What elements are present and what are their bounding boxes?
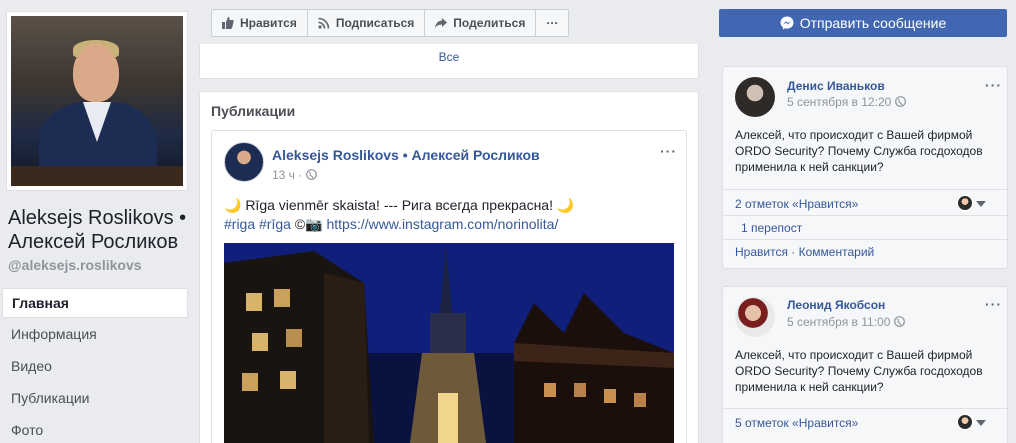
comment-like-action[interactable]: Нравится (735, 245, 788, 259)
page-nav: Главная Информация Видео Публикации Фото (2, 288, 188, 443)
commenter-name[interactable]: Леонид Якобсон (787, 298, 885, 312)
riga-night-photo (224, 243, 674, 443)
share-button[interactable]: Поделиться (425, 10, 537, 36)
comment-text: Алексей, что происходит с Вашей фирмой O… (735, 128, 983, 174)
comment-action-row: Нравится · Комментарий (735, 245, 874, 259)
follow-button[interactable]: Подписаться (308, 10, 426, 36)
post-copyright: ©📷 (294, 216, 323, 232)
globe-icon (893, 316, 905, 327)
follow-button-label: Подписаться (335, 16, 415, 30)
reactor-avatar[interactable] (957, 414, 973, 430)
see-all-box: Все (199, 44, 699, 79)
comment-text: Алексей, что происходит с Вашей фирмой O… (735, 348, 983, 394)
post-options-icon[interactable]: ··· (660, 143, 677, 159)
nav-item-posts[interactable]: Публикации (2, 382, 188, 414)
post-text-line1: 🌙 Rīga vienmēr skaista! --- Рига всегда … (224, 197, 575, 213)
comment-timestamp[interactable]: 5 сентября в 11:00 (787, 315, 905, 329)
reactor-avatar[interactable] (957, 195, 973, 211)
like-button-label: Нравится (240, 16, 297, 30)
send-message-label: Отправить сообщение (799, 15, 947, 31)
publications-title: Публикации (211, 103, 296, 119)
page-action-bar: Нравится Подписаться Поделиться ··· (211, 9, 570, 37)
commenter-avatar[interactable] (735, 297, 775, 337)
post-time-separator: · (298, 168, 303, 182)
post-timestamp[interactable]: 13 ч · (272, 168, 317, 182)
post-photo[interactable] (224, 243, 674, 443)
divider (723, 408, 1007, 409)
like-button[interactable]: Нравится (212, 10, 308, 36)
post-author-avatar[interactable] (224, 142, 264, 182)
more-button[interactable]: ··· (536, 10, 568, 36)
nav-item-main[interactable]: Главная (2, 288, 188, 318)
comment-timestamp[interactable]: 5 сентября в 12:20 (787, 95, 906, 109)
post-author-name[interactable]: Aleksejs Roslikovs • Алексей Росликов (272, 147, 540, 163)
globe-icon (305, 169, 317, 180)
share-arrow-icon (435, 18, 448, 28)
commenter-avatar[interactable] (735, 77, 775, 117)
comment-reply-action[interactable]: Комментарий (799, 245, 875, 259)
chevron-down-icon[interactable] (976, 420, 986, 426)
profile-picture[interactable] (6, 11, 188, 191)
comment-options-icon[interactable]: ··· (985, 77, 1002, 93)
divider (723, 189, 1007, 190)
more-dots-icon: ··· (546, 16, 559, 30)
globe-icon (894, 96, 906, 107)
divider (723, 215, 1007, 216)
post-text-line2: #riga #rīga ©📷 https://www.instagram.com… (224, 216, 558, 233)
post-link[interactable]: https://www.instagram.com/norinolita/ (326, 216, 558, 232)
nav-item-video[interactable]: Видео (2, 350, 188, 382)
rss-icon (318, 17, 330, 29)
comment-likes-count[interactable]: 5 отметок «Нравится» (735, 416, 858, 430)
commenter-name[interactable]: Денис Иваньков (787, 79, 885, 93)
comment-shares-count[interactable]: 1 перепост (741, 221, 802, 235)
page-title: Aleksejs Roslikovs • Алексей Росликов (8, 207, 187, 253)
share-button-label: Поделиться (453, 16, 526, 30)
messenger-icon (780, 16, 794, 30)
page-handle[interactable]: @aleksejs.roslikovs (8, 257, 142, 273)
post-time-text: 13 ч (272, 168, 295, 182)
see-all-link[interactable]: Все (439, 50, 460, 64)
action-separator: · (791, 245, 799, 259)
chevron-down-icon[interactable] (976, 201, 986, 207)
divider (723, 239, 1007, 240)
comment-time-text: 5 сентября в 11:00 (787, 315, 891, 329)
comment-likes-count[interactable]: 2 отметок «Нравится» (735, 197, 858, 211)
send-message-button[interactable]: Отправить сообщение (719, 9, 1007, 37)
nav-item-photos[interactable]: Фото (2, 414, 188, 443)
comment-options-icon[interactable]: ··· (985, 296, 1002, 312)
comment-time-text: 5 сентября в 12:20 (787, 95, 892, 109)
post-hashtags[interactable]: #riga #rīga (224, 216, 291, 232)
nav-item-info[interactable]: Информация (2, 318, 188, 350)
thumbs-up-icon (222, 17, 234, 29)
